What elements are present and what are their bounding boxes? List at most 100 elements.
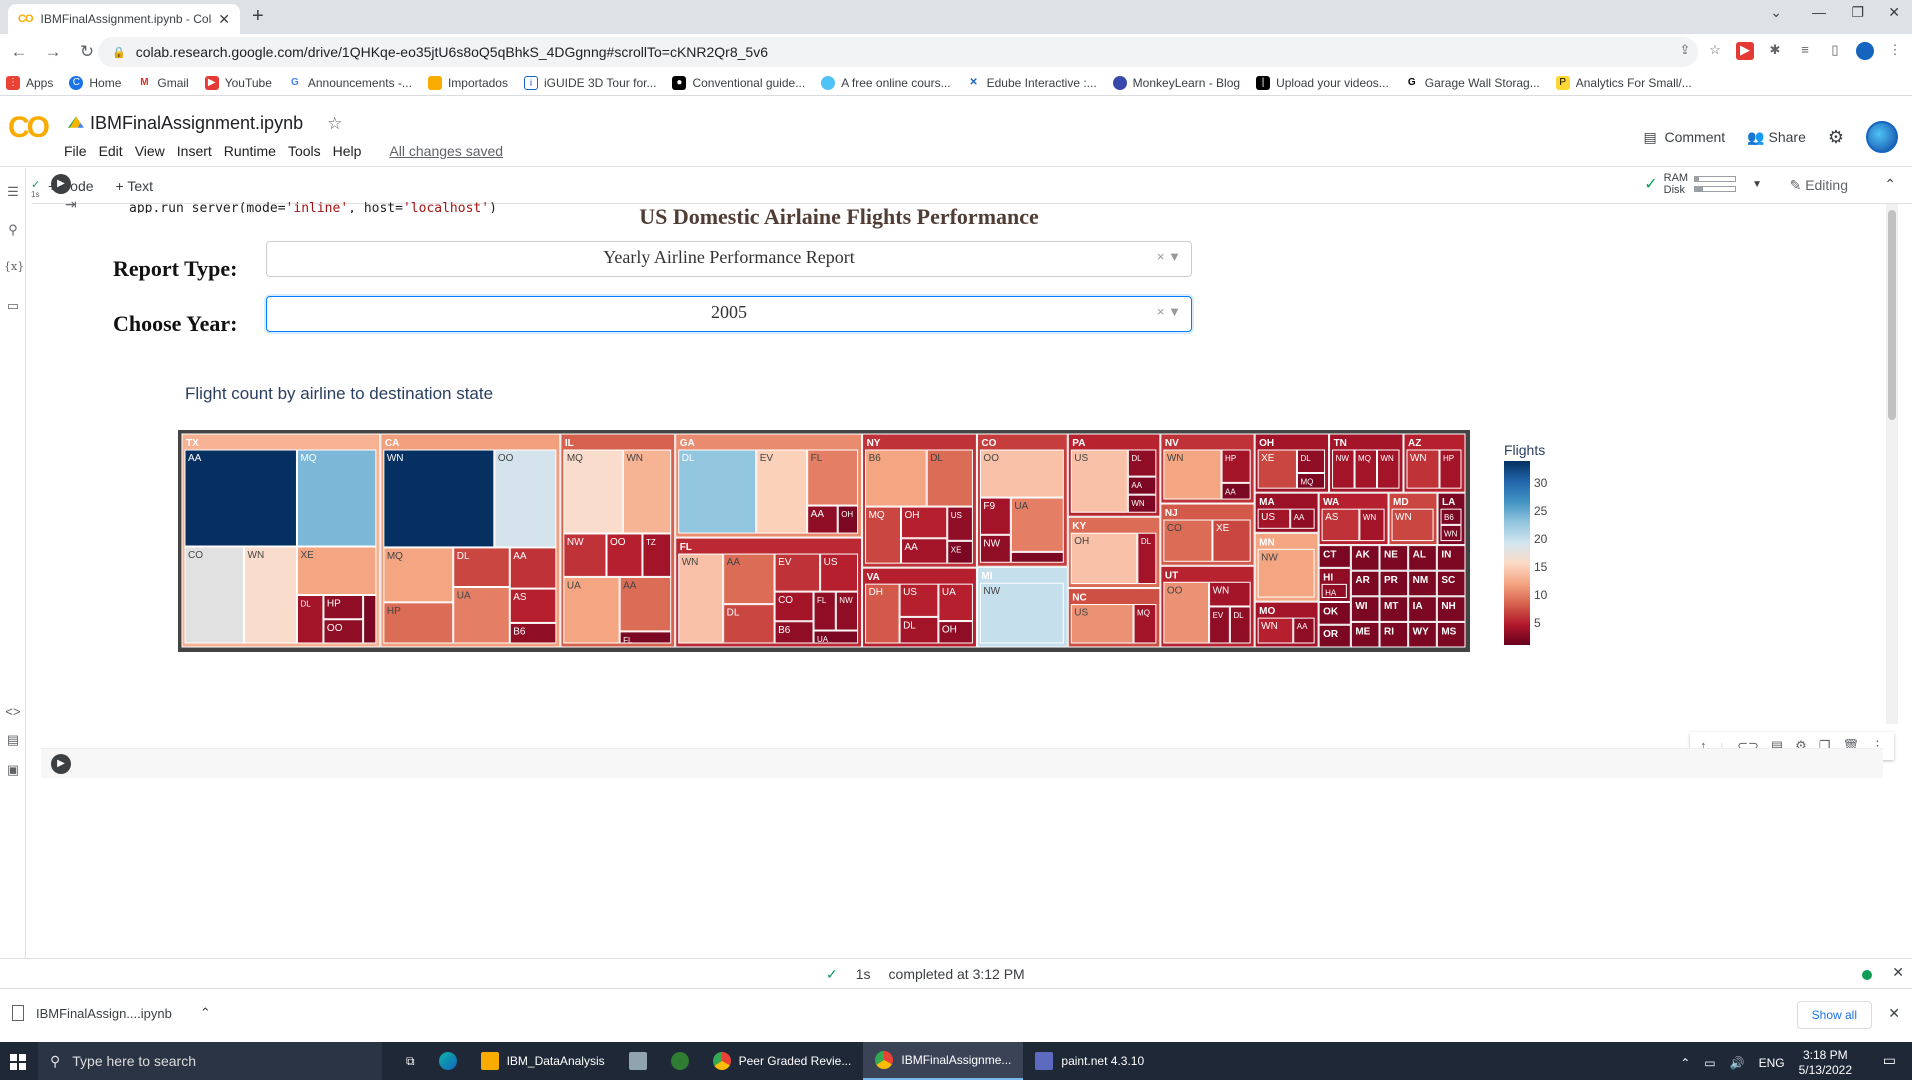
report-type-dropdown[interactable]: Yearly Airline Performance Report × ▼ bbox=[266, 241, 1192, 277]
treemap-state-nm[interactable]: NM bbox=[1408, 570, 1437, 597]
treemap-state-oh[interactable]: OH XE DL MQ bbox=[1254, 433, 1330, 493]
treemap-airline-rect[interactable] bbox=[296, 449, 377, 547]
treemap-chart[interactable]: TX AA MQ CO WN XE DL HP OO CA WN OO MQ HP DL UA AA AS B6 IL… bbox=[178, 430, 1470, 652]
treemap-state-pr[interactable]: PR bbox=[1379, 570, 1409, 597]
toc-icon[interactable]: ☰ bbox=[4, 184, 22, 202]
resource-monitor[interactable]: ✓ RAM Disk ▼ bbox=[1644, 172, 1762, 196]
search-icon[interactable]: ⚲ bbox=[4, 222, 22, 240]
restore-icon[interactable]: ❐ bbox=[1851, 4, 1864, 21]
treemap-airline-rect[interactable] bbox=[494, 449, 557, 548]
url-input[interactable]: 🔒 colab.research.google.com/drive/1QHKqe… bbox=[98, 37, 1698, 67]
treemap-state-hi[interactable]: HI HA bbox=[1318, 567, 1351, 602]
treemap-state-in[interactable]: IN bbox=[1436, 545, 1466, 571]
bookmark-garage-wall[interactable]: G Garage Wall Storag... bbox=[1404, 75, 1540, 90]
output-scrollbar[interactable] bbox=[1886, 204, 1898, 724]
treemap-state-ky[interactable]: KY OH DL bbox=[1067, 516, 1161, 589]
treemap-state-ok[interactable]: OK bbox=[1318, 601, 1351, 625]
treemap-state-or[interactable]: OR bbox=[1318, 624, 1351, 648]
download-item[interactable]: IBMFinalAssign....ipynb ⌃ bbox=[12, 1005, 211, 1021]
treemap-state-mt[interactable]: MT bbox=[1379, 596, 1409, 622]
minimize-icon[interactable]: — bbox=[1812, 4, 1826, 20]
bookmark-star-icon[interactable]: ☆ bbox=[1706, 42, 1724, 60]
back-icon[interactable]: ← bbox=[4, 42, 34, 62]
treemap-state-ca[interactable]: CA WN OO MQ HP DL UA AA AS B6 bbox=[380, 433, 561, 648]
command-palette-icon[interactable]: ▤ bbox=[4, 732, 22, 750]
treemap-state-md[interactable]: MD WN bbox=[1388, 492, 1438, 546]
treemap-state-ak[interactable]: AK bbox=[1350, 545, 1380, 571]
chevron-down-icon[interactable]: ▼ bbox=[1168, 249, 1181, 264]
profile-avatar-icon[interactable] bbox=[1856, 42, 1874, 60]
chevron-down-icon[interactable]: ▼ bbox=[1752, 179, 1762, 190]
close-tab-icon[interactable]: ✕ bbox=[218, 11, 230, 28]
empty-code-cell[interactable]: ▶ bbox=[41, 748, 1883, 778]
language-indicator[interactable]: ENG bbox=[1759, 1056, 1785, 1070]
treemap-state-nj[interactable]: NJ CO XE bbox=[1160, 503, 1255, 566]
monitor-app-icon[interactable] bbox=[659, 1042, 701, 1080]
treemap-state-ar[interactable]: AR bbox=[1350, 570, 1380, 597]
files-folder-icon[interactable]: ▭ bbox=[4, 298, 22, 316]
bookmark-conventional-guide[interactable]: ● Conventional guide... bbox=[672, 75, 805, 90]
taskbar-search-input[interactable]: ⚲ Type here to search bbox=[38, 1042, 382, 1080]
treemap-state-nv[interactable]: NV WN HP AA bbox=[1160, 433, 1255, 504]
bookmark-importados[interactable]: Importados bbox=[427, 75, 508, 90]
variables-icon[interactable]: {x} bbox=[4, 260, 24, 278]
treemap-state-ma[interactable]: MA US AA bbox=[1254, 492, 1319, 533]
bookmark-free-online-course[interactable]: A free online cours... bbox=[821, 75, 951, 90]
notebook-title[interactable]: IBMFinalAssignment.ipynb bbox=[90, 113, 303, 134]
add-text-button[interactable]: + Text bbox=[116, 178, 154, 194]
treemap-airline-rect[interactable] bbox=[184, 449, 297, 547]
taskbar-app-paintnet[interactable]: paint.net 4.3.10 bbox=[1023, 1042, 1156, 1080]
taskbar-app-ibm-dataanalysis[interactable]: IBM_DataAnalysis bbox=[469, 1042, 617, 1080]
treemap-airline-rect[interactable] bbox=[1010, 551, 1064, 563]
menu-help[interactable]: Help bbox=[333, 143, 362, 159]
editing-mode[interactable]: ✎ Editing bbox=[1790, 177, 1848, 194]
treemap-state-la[interactable]: LA B6 WN bbox=[1437, 492, 1466, 546]
treemap-state-wi[interactable]: WI bbox=[1350, 596, 1380, 622]
treemap-state-fl[interactable]: FL WN AA DL EV US CO B6 FL NW UA bbox=[675, 537, 863, 648]
bookmark-upload-videos[interactable]: | Upload your videos... bbox=[1256, 75, 1389, 90]
youtube-extension-icon[interactable]: ▶ bbox=[1736, 42, 1754, 60]
completed-text[interactable]: completed at 3:12 PM bbox=[889, 966, 1025, 983]
treemap-state-mi[interactable]: MI NW bbox=[976, 566, 1068, 648]
menu-insert[interactable]: Insert bbox=[177, 143, 212, 159]
treemap-state-va[interactable]: VA DH US DL UA OH bbox=[862, 567, 977, 648]
treemap-airline-rect[interactable] bbox=[184, 546, 245, 644]
treemap-state-mn[interactable]: MN NW bbox=[1254, 532, 1319, 602]
taskbar-app-peer-graded[interactable]: Peer Graded Revie... bbox=[701, 1042, 864, 1080]
menu-file[interactable]: File bbox=[64, 143, 87, 159]
treemap-state-ga[interactable]: GA DL EV FL AA OH bbox=[675, 433, 863, 538]
bookmark-monkeylearn[interactable]: MonkeyLearn - Blog bbox=[1112, 75, 1240, 90]
forward-icon[interactable]: → bbox=[38, 42, 68, 62]
network-icon[interactable]: ▭ bbox=[1704, 1056, 1715, 1070]
treemap-svg[interactable]: TX AA MQ CO WN XE DL HP OO CA WN OO MQ HP DL UA AA AS B6 IL… bbox=[178, 430, 1470, 652]
treemap-state-wa[interactable]: WA AS WN bbox=[1318, 492, 1389, 546]
colab-logo[interactable]: CO bbox=[8, 111, 50, 145]
clear-icon[interactable]: × bbox=[1157, 304, 1165, 319]
menu-edit[interactable]: Edit bbox=[99, 143, 123, 159]
notifications-icon[interactable]: ▭ bbox=[1883, 1052, 1896, 1069]
volume-icon[interactable]: 🔊 bbox=[1730, 1056, 1745, 1070]
treemap-state-az[interactable]: AZ WN HP bbox=[1403, 433, 1466, 493]
windows-start-icon[interactable] bbox=[10, 1054, 26, 1070]
treemap-state-nc[interactable]: NC US MQ bbox=[1067, 588, 1161, 648]
clock[interactable]: 3:18 PM 5/13/2022 bbox=[1799, 1048, 1852, 1078]
treemap-state-ny[interactable]: NY B6 DL MQ OH AA US XE bbox=[862, 433, 977, 568]
browser-tab[interactable]: CO IBMFinalAssignment.ipynb - Cola ✕ bbox=[8, 4, 240, 34]
treemap-state-ct[interactable]: CT bbox=[1318, 545, 1351, 568]
code-snippets-icon[interactable]: <> bbox=[4, 704, 22, 722]
tray-chevron-icon[interactable]: ⌃ bbox=[1680, 1056, 1690, 1070]
treemap-state-ia[interactable]: IA bbox=[1408, 596, 1437, 622]
bookmark-gmail[interactable]: M Gmail bbox=[137, 75, 189, 90]
show-all-button[interactable]: Show all bbox=[1796, 1001, 1872, 1029]
treemap-airline-rect[interactable] bbox=[383, 449, 495, 548]
year-dropdown[interactable]: 2005 × ▼ bbox=[266, 296, 1192, 332]
photos-icon[interactable] bbox=[617, 1042, 659, 1080]
chevron-down-icon[interactable]: ▼ bbox=[1168, 304, 1181, 319]
treemap-state-al[interactable]: AL bbox=[1408, 545, 1437, 571]
close-status-icon[interactable]: ✕ bbox=[1892, 964, 1904, 981]
treemap-state-nh[interactable]: NH bbox=[1436, 596, 1466, 622]
close-shelf-icon[interactable]: ✕ bbox=[1888, 1005, 1900, 1022]
bookmark-announcements[interactable]: G Announcements -... bbox=[287, 75, 412, 90]
treemap-state-ut[interactable]: UT OO WN EV DL bbox=[1160, 565, 1255, 648]
extensions-puzzle-icon[interactable]: ✱ bbox=[1766, 42, 1784, 60]
